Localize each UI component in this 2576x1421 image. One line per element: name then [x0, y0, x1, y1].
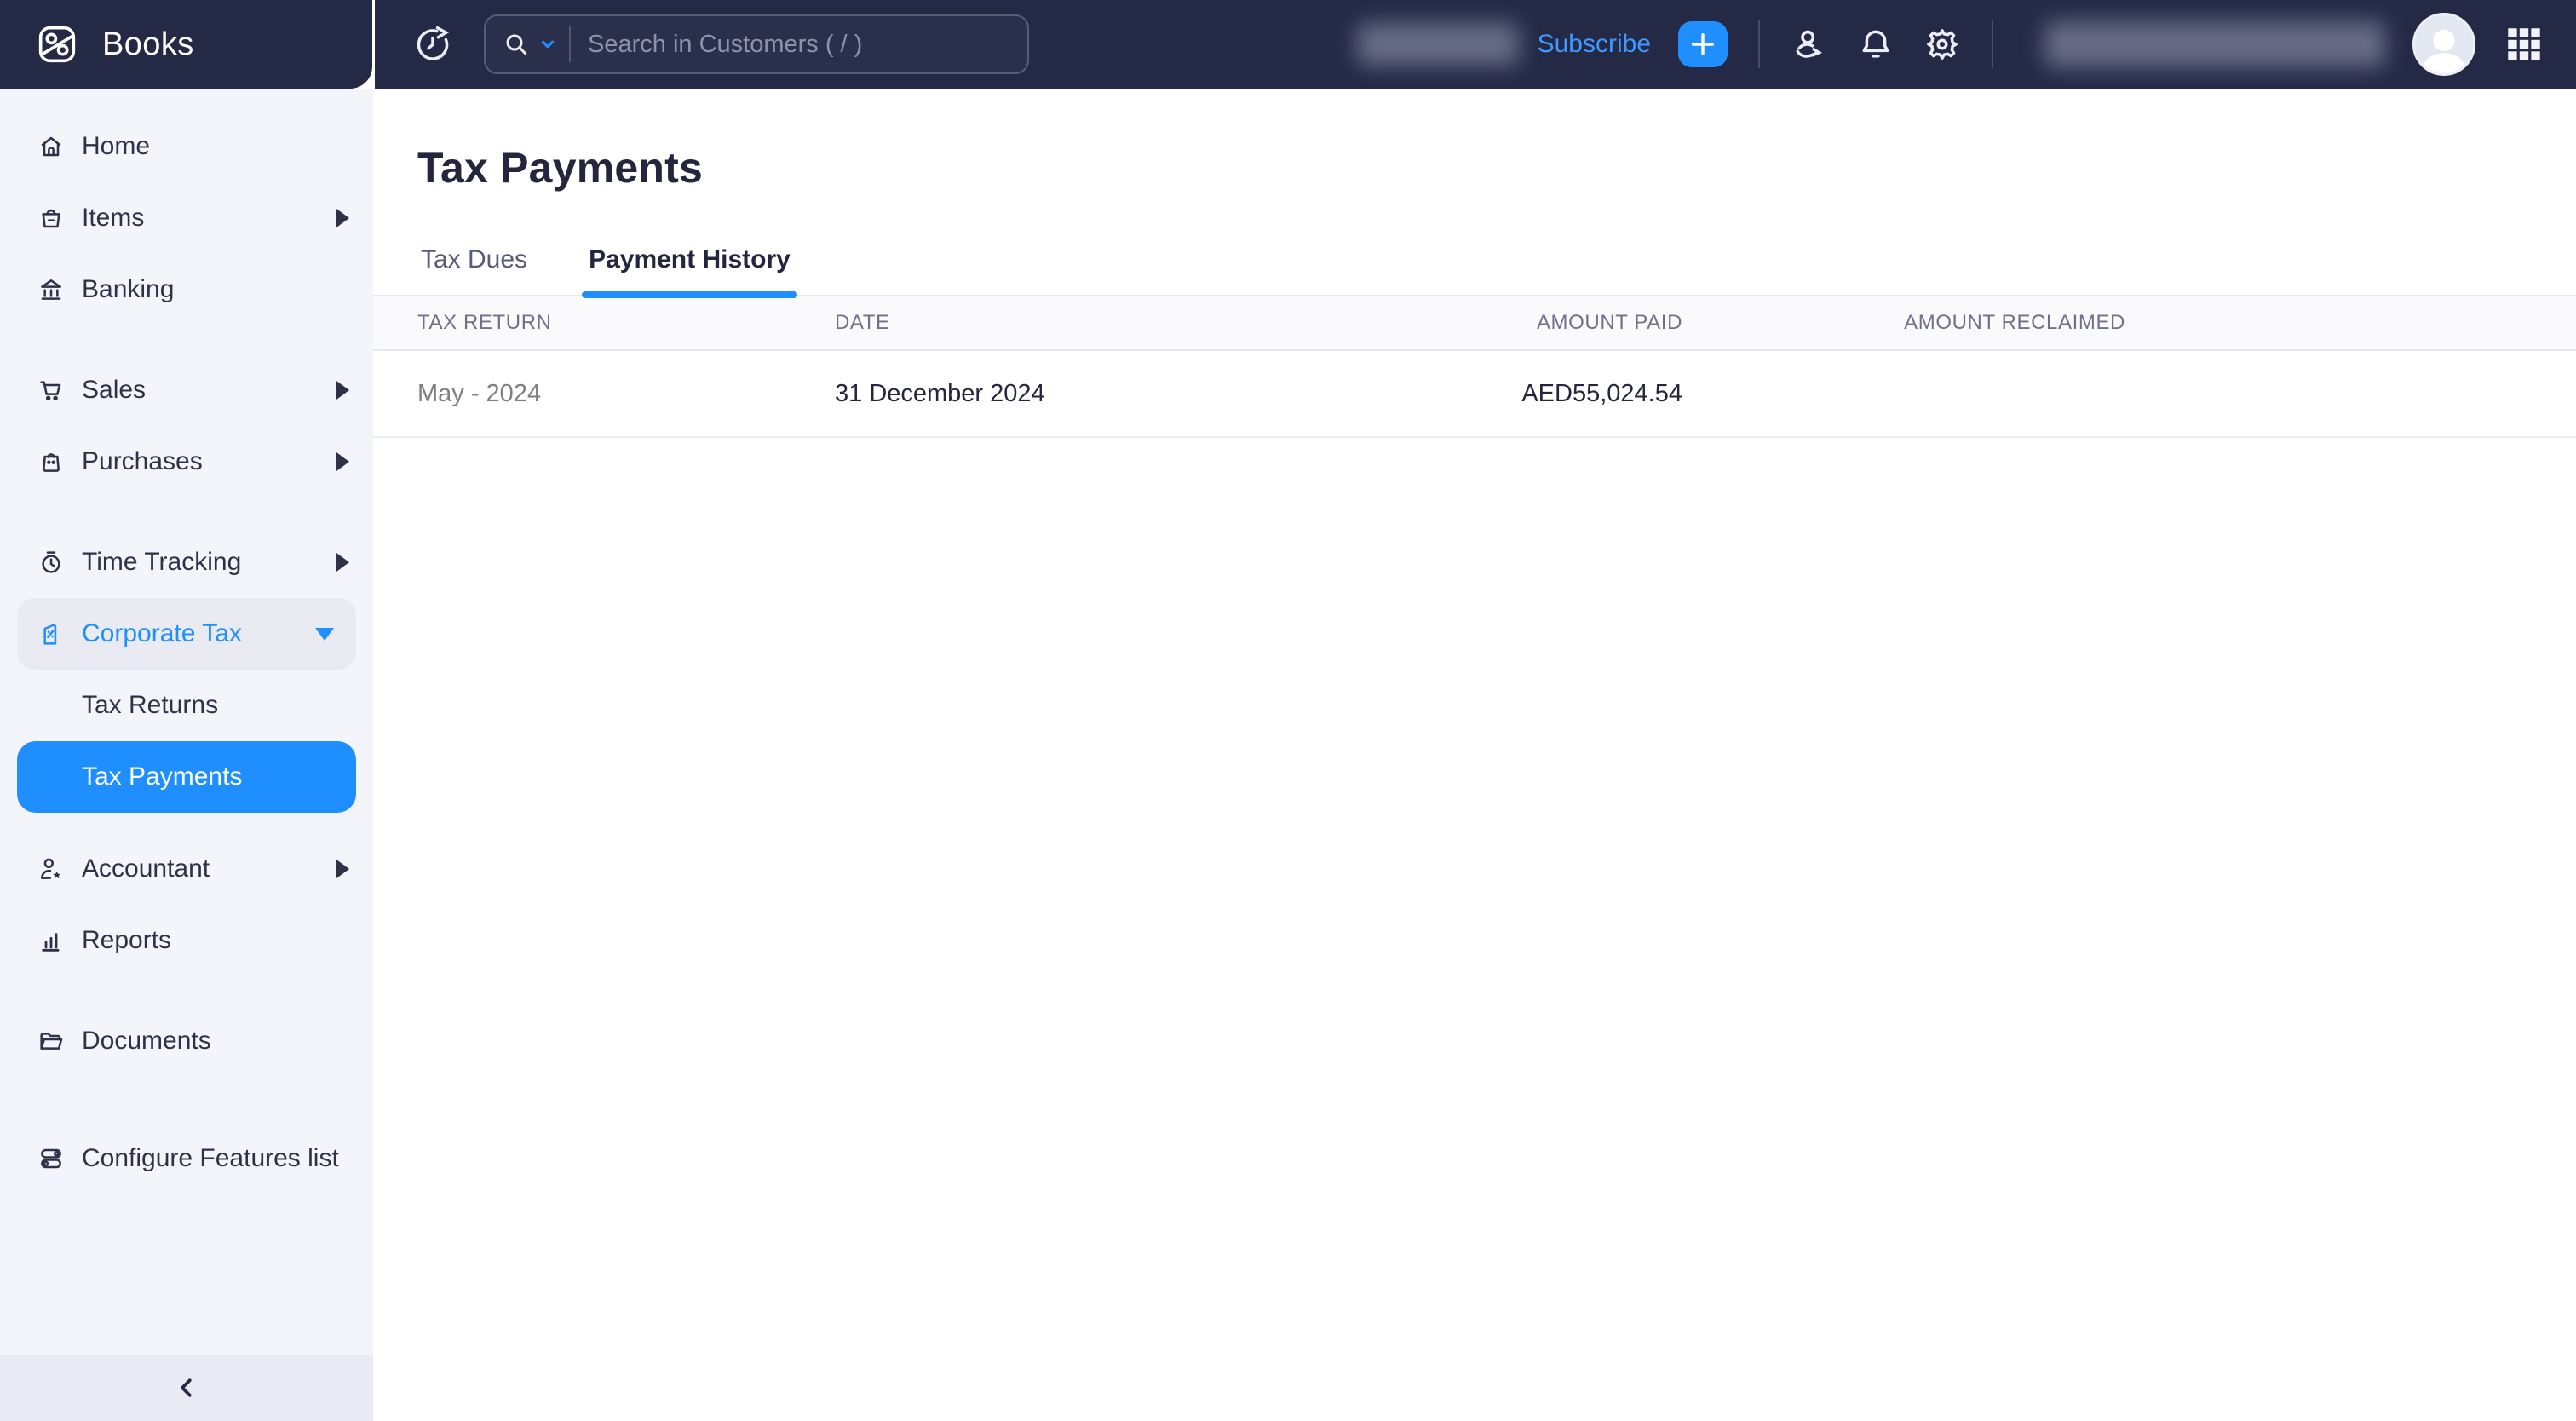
expand-arrow-icon: [336, 381, 349, 400]
search-input[interactable]: [588, 30, 1012, 59]
column-header-amount-paid: AMOUNT PAID: [1536, 311, 1682, 334]
cart-icon: [37, 377, 65, 404]
main-content: Tax Payments Tax Dues Payment History TA…: [373, 89, 2576, 1421]
redacted-trial-text: [1356, 23, 1519, 66]
sidebar-item-label: Documents: [82, 1027, 211, 1055]
accountant-icon: [37, 855, 65, 883]
global-search[interactable]: [484, 14, 1029, 74]
sidebar-collapse-button[interactable]: [0, 1355, 373, 1421]
referral-icon: [1791, 26, 1828, 63]
sidebar-item-accountant[interactable]: Accountant: [0, 833, 373, 905]
sidebar-item-label: Home: [82, 132, 151, 160]
cell-amount-paid: AED55,024.54: [1521, 379, 1682, 407]
books-logo-icon: [32, 20, 82, 69]
sidebar-item-label: Time Tracking: [82, 548, 242, 576]
brand-name: Books: [102, 26, 194, 62]
plus-icon: [1688, 30, 1717, 59]
page-title: Tax Payments: [417, 144, 703, 192]
app-logo-block: Books: [0, 0, 372, 89]
sidebar-item-tax-returns[interactable]: Tax Returns: [0, 670, 373, 741]
topbar-divider: [1992, 20, 1993, 68]
sidebar-item-sales[interactable]: Sales: [0, 354, 373, 426]
sidebar-item-label: Tax Payments: [82, 762, 243, 791]
sidebar-item-label: Banking: [82, 275, 175, 303]
notifications-button[interactable]: [1857, 26, 1895, 63]
table-header-row: TAX RETURN DATE AMOUNT PAID AMOUNT RECLA…: [373, 296, 2576, 351]
sidebar-item-corporate-tax[interactable]: Corporate Tax: [17, 598, 356, 670]
expand-arrow-icon: [336, 860, 349, 878]
top-navbar: Subscribe: [375, 0, 2576, 89]
table-row[interactable]: May - 2024 31 December 2024 AED55,024.54: [373, 351, 2576, 438]
notifications-icon: [1857, 26, 1895, 63]
tab-bar: Tax Dues Payment History: [373, 245, 2576, 298]
sidebar-item-label: Tax Returns: [82, 691, 219, 719]
cell-tax-return[interactable]: May - 2024: [373, 380, 835, 408]
column-header-date: DATE: [835, 311, 890, 334]
collapse-arrow-icon: [315, 627, 334, 641]
search-icon: [503, 31, 530, 58]
chevron-left-icon: [174, 1375, 199, 1401]
sidebar-item-purchases[interactable]: Purchases: [0, 426, 373, 498]
home-icon: [37, 133, 65, 160]
search-scope-chevron-down-icon[interactable]: [538, 35, 557, 54]
sidebar-item-time-tracking[interactable]: Time Tracking: [0, 526, 373, 598]
bank-icon: [37, 276, 65, 303]
search-divider: [569, 26, 571, 62]
tab-tax-dues[interactable]: Tax Dues: [417, 245, 531, 295]
history-icon: [414, 26, 451, 63]
sidebar-item-label: Corporate Tax: [82, 619, 242, 647]
settings-button[interactable]: [1923, 26, 1961, 63]
sidebar-item-label: Sales: [82, 376, 147, 404]
sidebar-item-reports[interactable]: Reports: [0, 905, 373, 976]
redacted-organization-name: [2044, 21, 2385, 67]
sidebar-item-label: Purchases: [82, 447, 203, 475]
reports-icon: [37, 927, 65, 954]
sidebar-item-configure-features[interactable]: Configure Features list: [0, 1123, 373, 1194]
sidebar: Home Items Banking Sales Purchases Time …: [0, 89, 373, 1421]
apps-grid-icon: [2503, 23, 2545, 66]
expand-arrow-icon: [336, 553, 349, 572]
expand-arrow-icon: [336, 209, 349, 227]
features-icon: [37, 1145, 65, 1172]
apps-grid-button[interactable]: [2503, 23, 2545, 66]
stopwatch-icon: [37, 549, 65, 576]
folder-icon: [37, 1027, 65, 1055]
subscribe-button[interactable]: Subscribe: [1538, 30, 1651, 59]
sidebar-item-documents[interactable]: Documents: [0, 1005, 373, 1077]
recent-history-button[interactable]: [414, 26, 451, 63]
column-header-amount-reclaimed: AMOUNT RECLAIMED: [1904, 311, 2125, 334]
bag-icon: [37, 448, 65, 475]
tab-payment-history[interactable]: Payment History: [582, 245, 797, 298]
column-header-tax-return: TAX RETURN: [417, 311, 552, 334]
quick-create-button[interactable]: [1678, 21, 1728, 67]
avatar[interactable]: [2412, 13, 2475, 76]
tax-document-icon: [37, 620, 65, 647]
settings-gear-icon: [1923, 26, 1961, 63]
topbar-divider: [1758, 20, 1760, 68]
expand-arrow-icon: [336, 452, 349, 471]
basket-icon: [37, 204, 65, 232]
cell-date: 31 December 2024: [835, 379, 1045, 407]
referral-button[interactable]: [1791, 26, 1828, 63]
sidebar-item-label: Items: [82, 204, 145, 232]
sidebar-item-label: Reports: [82, 926, 172, 954]
sidebar-item-banking[interactable]: Banking: [0, 254, 373, 325]
sidebar-item-label: Configure Features list: [82, 1144, 339, 1172]
sidebar-item-label: Accountant: [82, 854, 210, 883]
sidebar-item-tax-payments[interactable]: Tax Payments: [17, 741, 356, 813]
sidebar-item-home[interactable]: Home: [0, 111, 373, 182]
sidebar-item-items[interactable]: Items: [0, 182, 373, 254]
